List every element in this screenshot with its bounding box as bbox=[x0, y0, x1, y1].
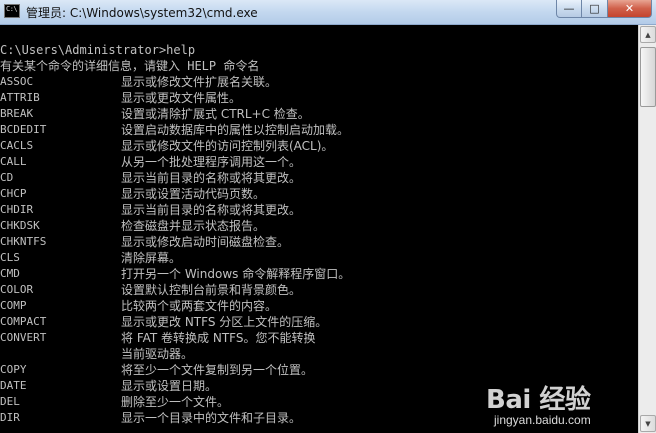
command-description: 显示或设置日期。 bbox=[121, 379, 218, 393]
close-button[interactable]: ✕ bbox=[608, 0, 652, 18]
command-name: CHDIR bbox=[0, 203, 34, 216]
command-name: CMD bbox=[0, 267, 20, 280]
command-name: COMP bbox=[0, 299, 27, 312]
scrollbar-thumb[interactable] bbox=[640, 47, 656, 107]
command-description: 设置启动数据库中的属性以控制启动加载。 bbox=[121, 123, 350, 137]
cmd-app-icon[interactable]: C:\ bbox=[4, 4, 20, 18]
help-command-row: 当前驱动器。 bbox=[0, 346, 636, 362]
command-name: CALL bbox=[0, 155, 27, 168]
command-description: 打开另一个 Windows 命令解释程序窗口。 bbox=[121, 267, 351, 281]
command-description: 显示或设置活动代码页数。 bbox=[121, 187, 266, 201]
help-command-row: CHCP 显示或设置活动代码页数。 bbox=[0, 186, 636, 202]
help-command-row: CMD 打开另一个 Windows 命令解释程序窗口。 bbox=[0, 266, 636, 282]
help-command-row: COLOR 设置默认控制台前景和背景颜色。 bbox=[0, 282, 636, 298]
baidu-jingyan-watermark: Bai 经验 jingyan.baidu.com bbox=[486, 379, 636, 431]
command-name: CACLS bbox=[0, 139, 34, 152]
help-intro-line: 有关某个命令的详细信息，请键入 HELP 命令名 bbox=[0, 59, 260, 73]
command-description: 显示当前目录的名称或将其更改。 bbox=[121, 171, 302, 185]
scroll-down-arrow-icon[interactable]: ▼ bbox=[640, 415, 656, 432]
command-name: DATE bbox=[0, 379, 27, 392]
command-description: 显示或修改文件扩展名关联。 bbox=[121, 75, 278, 89]
command-name: BREAK bbox=[0, 107, 34, 120]
command-description: 设置或清除扩展式 CTRL+C 检查。 bbox=[121, 107, 310, 121]
console-output[interactable]: C:\Users\Administrator>help 有关某个命令的详细信息，… bbox=[0, 25, 638, 433]
watermark-logo: Bai 经验 bbox=[486, 385, 591, 415]
command-name: CLS bbox=[0, 251, 20, 264]
help-command-row: CHKDSK 检查磁盘并显示状态报告。 bbox=[0, 218, 636, 234]
command-name: ASSOC bbox=[0, 75, 34, 88]
help-command-row: CLS 清除屏幕。 bbox=[0, 250, 636, 266]
help-command-row: ASSOC 显示或修改文件扩展名关联。 bbox=[0, 74, 636, 90]
command-name: CHKDSK bbox=[0, 219, 40, 232]
command-description: 显示一个目录中的文件和子目录。 bbox=[121, 411, 302, 425]
help-command-row: CHDIR 显示当前目录的名称或将其更改。 bbox=[0, 202, 636, 218]
help-command-row: CD 显示当前目录的名称或将其更改。 bbox=[0, 170, 636, 186]
maximize-button[interactable]: □ bbox=[582, 0, 608, 18]
command-name: COPY bbox=[0, 363, 27, 376]
command-description: 显示或更改文件属性。 bbox=[121, 91, 242, 105]
command-name: COLOR bbox=[0, 283, 34, 296]
command-description: 设置默认控制台前景和背景颜色。 bbox=[121, 283, 302, 297]
help-command-row: ATTRIB 显示或更改文件属性。 bbox=[0, 90, 636, 106]
command-name: CHCP bbox=[0, 187, 27, 200]
help-command-row: BREAK 设置或清除扩展式 CTRL+C 检查。 bbox=[0, 106, 636, 122]
help-command-row: CHKNTFS 显示或修改启动时间磁盘检查。 bbox=[0, 234, 636, 250]
command-description: 显示或更改 NTFS 分区上文件的压缩。 bbox=[121, 315, 328, 329]
command-description: 从另一个批处理程序调用这一个。 bbox=[121, 155, 302, 169]
command-description: 显示或修改文件的访问控制列表(ACL)。 bbox=[121, 139, 334, 153]
window-title: 管理员: C:\Windows\system32\cmd.exe bbox=[26, 6, 258, 20]
command-description: 将 FAT 卷转换成 NTFS。您不能转换 bbox=[121, 331, 316, 345]
command-name: DIR bbox=[0, 411, 20, 424]
command-description: 检查磁盘并显示状态报告。 bbox=[121, 219, 266, 233]
command-name: CONVERT bbox=[0, 331, 47, 344]
command-description: 清除屏幕。 bbox=[121, 251, 182, 265]
help-command-row: COMP 比较两个或两套文件的内容。 bbox=[0, 298, 636, 314]
command-name: CHKNTFS bbox=[0, 235, 47, 248]
command-description: 删除至少一个文件。 bbox=[121, 395, 230, 409]
scroll-up-arrow-icon[interactable]: ▲ bbox=[640, 26, 656, 43]
command-description: 显示当前目录的名称或将其更改。 bbox=[121, 203, 302, 217]
window-controls: — □ ✕ bbox=[556, 0, 652, 18]
cmd-window: C:\ 管理员: C:\Windows\system32\cmd.exe — □… bbox=[0, 0, 656, 433]
title-bar[interactable]: C:\ 管理员: C:\Windows\system32\cmd.exe — □… bbox=[0, 0, 656, 25]
command-description: 比较两个或两套文件的内容。 bbox=[121, 299, 278, 313]
command-name: ATTRIB bbox=[0, 91, 40, 104]
help-command-row: COMPACT 显示或更改 NTFS 分区上文件的压缩。 bbox=[0, 314, 636, 330]
command-description: 将至少一个文件复制到另一个位置。 bbox=[121, 363, 314, 377]
cmd-icon-glyph: C:\ bbox=[6, 5, 18, 13]
help-command-row: CONVERT 将 FAT 卷转换成 NTFS。您不能转换 bbox=[0, 330, 636, 346]
command-name: COMPACT bbox=[0, 315, 47, 328]
vertical-scrollbar[interactable]: ▲ ▼ bbox=[638, 25, 656, 433]
command-description: 显示或修改启动时间磁盘检查。 bbox=[121, 235, 290, 249]
command-name: DEL bbox=[0, 395, 20, 408]
command-name: CD bbox=[0, 171, 14, 184]
command-prompt-line: C:\Users\Administrator>help bbox=[0, 43, 196, 57]
minimize-button[interactable]: — bbox=[556, 0, 582, 18]
help-command-row: CALL 从另一个批处理程序调用这一个。 bbox=[0, 154, 636, 170]
help-command-row: CACLS 显示或修改文件的访问控制列表(ACL)。 bbox=[0, 138, 636, 154]
watermark-url: jingyan.baidu.com bbox=[494, 413, 591, 427]
command-name: BCDEDIT bbox=[0, 123, 47, 136]
help-command-row: COPY 将至少一个文件复制到另一个位置。 bbox=[0, 362, 636, 378]
help-command-row: BCDEDIT 设置启动数据库中的属性以控制启动加载。 bbox=[0, 122, 636, 138]
command-description: 当前驱动器。 bbox=[121, 347, 194, 361]
